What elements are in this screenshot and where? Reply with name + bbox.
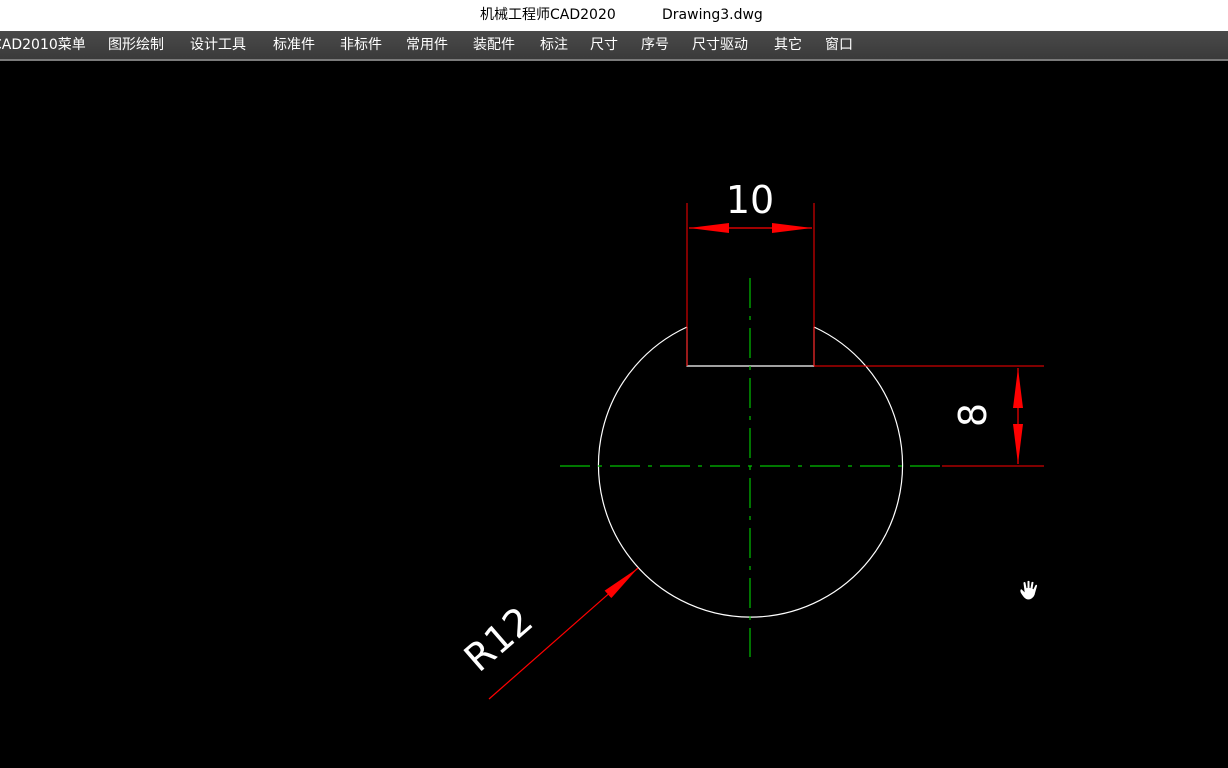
drawing-svg[interactable]: 10 8 R12 [0,61,1228,768]
menu-window[interactable]: 窗口 [825,31,853,59]
menu-standard-parts[interactable]: 标准件 [273,31,315,59]
menu-drawing[interactable]: 图形绘制 [108,31,164,59]
radius-dimension-text[interactable]: R12 [456,598,541,680]
radius-dimension[interactable]: R12 [456,567,639,700]
menu-nonstandard-parts[interactable]: 非标件 [340,31,382,59]
width-dimension-text[interactable]: 10 [726,178,774,222]
pan-hand-icon [1019,579,1039,601]
menu-design-tools[interactable]: 设计工具 [190,31,246,59]
menu-assembly-parts[interactable]: 装配件 [473,31,515,59]
app-title: 机械工程师CAD2020 [480,7,616,23]
height-dimension[interactable]: 8 [814,365,1044,467]
title-bar: 机械工程师CAD2020 Drawing3.dwg [0,0,1228,31]
menu-bar: CAD2010菜单 图形绘制 设计工具 标准件 非标件 常用件 装配件 标注 尺… [0,31,1228,61]
height-dimension-text[interactable]: 8 [951,403,995,427]
menu-dimension-driven[interactable]: 尺寸驱动 [692,31,748,59]
menu-annotation[interactable]: 标注 [540,31,568,59]
drawing-canvas[interactable]: 10 8 R12 [0,61,1228,768]
circle-outline[interactable] [597,326,904,618]
menu-common-parts[interactable]: 常用件 [406,31,448,59]
document-title: Drawing3.dwg [662,7,763,23]
menu-other[interactable]: 其它 [774,31,802,59]
menu-cad2010[interactable]: CAD2010菜单 [0,31,86,59]
menu-dimension[interactable]: 尺寸 [590,31,618,59]
menu-sequence[interactable]: 序号 [641,31,669,59]
